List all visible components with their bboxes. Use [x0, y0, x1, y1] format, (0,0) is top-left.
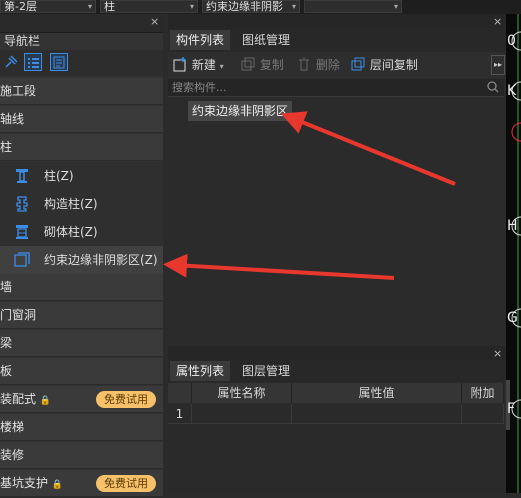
type-select-value: 柱 [104, 0, 115, 13]
lock-icon: 🔒 [39, 396, 52, 406]
column-header-extra: 附加 [462, 383, 504, 403]
component-pane-header [168, 14, 506, 28]
section-label: 装配式 [0, 392, 37, 406]
nav-section-openings[interactable]: 门窗洞 [0, 302, 163, 329]
axis-label: 0 [507, 33, 516, 49]
tab-property-list[interactable]: 属性列表 [170, 361, 231, 381]
column-header-name: 属性名称 [192, 383, 292, 403]
section-label: 门窗洞 [0, 308, 37, 322]
chevron-down-icon: ▾ [291, 2, 296, 11]
navigation-header [0, 14, 163, 33]
new-button[interactable]: 新建 ▾ [172, 52, 224, 80]
properties-pane-header [168, 346, 506, 360]
lock-icon: 🔒 [51, 480, 64, 490]
nav-section-decoration[interactable]: 装修 [0, 442, 163, 469]
section-label: 轴线 [0, 112, 25, 126]
pin-icon[interactable] [2, 53, 20, 71]
search-placeholder: 搜索构件... [172, 81, 227, 94]
column-header-value: 属性值 [292, 383, 462, 403]
axis-label: F [507, 401, 516, 417]
edge-zone-icon [14, 252, 30, 267]
nav-section-construction-segment[interactable]: 施工段 [0, 78, 163, 105]
tab-layer-management[interactable]: 图层管理 [236, 361, 296, 381]
nav-title: 导航栏 [4, 34, 41, 48]
subtype-select[interactable]: 约束边缘非阴影 ▾ [202, 0, 300, 13]
type-select[interactable]: 柱 ▾ [100, 0, 198, 13]
delete-button[interactable]: 删除 [296, 52, 340, 78]
nav-section-slab[interactable]: 板 [0, 358, 163, 385]
delete-icon [299, 57, 309, 71]
nav-item-structural-column[interactable]: 构造柱(Z) [0, 190, 163, 218]
chevron-down-icon: ▾ [189, 2, 194, 11]
property-name-cell[interactable] [192, 404, 292, 424]
component-list-item[interactable]: 约束边缘非阴影区 [188, 101, 292, 121]
nav-item-label: 构造柱(Z) [44, 197, 98, 211]
section-label: 板 [0, 364, 13, 378]
properties-close-icon[interactable]: × [493, 347, 502, 360]
toolbar-overflow-icon[interactable]: ▸▸ [491, 55, 505, 75]
axis-bubble [511, 122, 521, 142]
floor-select-value: 第-2层 [4, 0, 37, 13]
section-label: 施工段 [0, 84, 37, 98]
tab-component-list[interactable]: 构件列表 [170, 30, 231, 50]
axis-label: G [507, 310, 518, 326]
detail-view-shape [53, 56, 65, 69]
nav-section-prefab[interactable]: 装配式 🔒 免费试用 [0, 386, 163, 413]
section-label: 装修 [0, 448, 25, 462]
property-value-cell[interactable] [292, 404, 462, 424]
nav-section-wall[interactable]: 墙 [0, 274, 163, 301]
structural-column-icon [16, 196, 28, 212]
chevron-down-icon: ▾ [219, 62, 224, 71]
copy-button-label: 复制 [259, 58, 284, 72]
new-icon [173, 57, 186, 72]
extra-select[interactable]: ▾ [304, 0, 402, 13]
new-button-label: 新建 [191, 58, 216, 72]
nav-item-label: 约束边缘非阴影区(Z) [44, 253, 158, 267]
grid-corner [168, 383, 192, 403]
search-icon-shape [487, 81, 499, 93]
pin-icon-shape [5, 55, 18, 68]
section-label: 柱 [0, 140, 13, 154]
copy-icon [241, 57, 255, 71]
component-search-input[interactable]: 搜索构件... [168, 79, 504, 97]
nav-item-label: 柱(Z) [44, 169, 74, 183]
nav-item-column[interactable]: 柱(Z) [0, 162, 163, 190]
floor-copy-button[interactable]: 层间复制 [350, 52, 418, 78]
nav-section-axis[interactable]: 轴线 [0, 106, 163, 133]
chevron-down-icon: ▾ [393, 2, 398, 11]
nav-section-beam[interactable]: 梁 [0, 330, 163, 357]
list-view-icon[interactable] [24, 53, 42, 71]
row-index: 1 [168, 404, 192, 424]
axis-label: H [507, 218, 518, 234]
nav-section-stairs[interactable]: 楼梯 [0, 414, 163, 441]
delete-button-label: 删除 [315, 58, 340, 72]
search-icon[interactable] [486, 80, 500, 97]
free-trial-badge[interactable]: 免费试用 [96, 475, 156, 492]
subtype-select-value: 约束边缘非阴影 [206, 0, 283, 13]
tab-drawing-management[interactable]: 图纸管理 [236, 30, 296, 50]
component-close-icon[interactable]: × [493, 15, 502, 28]
column-icon [16, 169, 28, 183]
masonry-column-icon [16, 225, 28, 239]
section-label: 楼梯 [0, 420, 25, 434]
nav-item-masonry-column[interactable]: 砌体柱(Z) [0, 218, 163, 246]
floor-select[interactable]: 第-2层 ▾ [0, 0, 96, 13]
free-trial-badge[interactable]: 免费试用 [96, 391, 156, 408]
copy-button[interactable]: 复制 [240, 52, 284, 78]
axis-label: K [507, 83, 517, 99]
section-label: 梁 [0, 336, 13, 350]
nav-section-column[interactable]: 柱 [0, 134, 163, 161]
nav-item-label: 砌体柱(Z) [44, 225, 98, 239]
chevron-down-icon: ▾ [87, 2, 92, 11]
section-label: 基坑支护 [0, 476, 49, 490]
property-extra-cell[interactable] [462, 404, 504, 424]
floor-copy-button-label: 层间复制 [369, 58, 418, 72]
floor-copy-icon [351, 57, 365, 71]
detail-view-icon[interactable] [50, 53, 68, 71]
list-view-shape [28, 58, 39, 68]
nav-item-edge-zone[interactable]: 约束边缘非阴影区(Z) [0, 246, 163, 274]
nav-close-icon[interactable]: × [150, 15, 159, 28]
section-label: 墙 [0, 280, 13, 294]
component-list [168, 98, 506, 346]
